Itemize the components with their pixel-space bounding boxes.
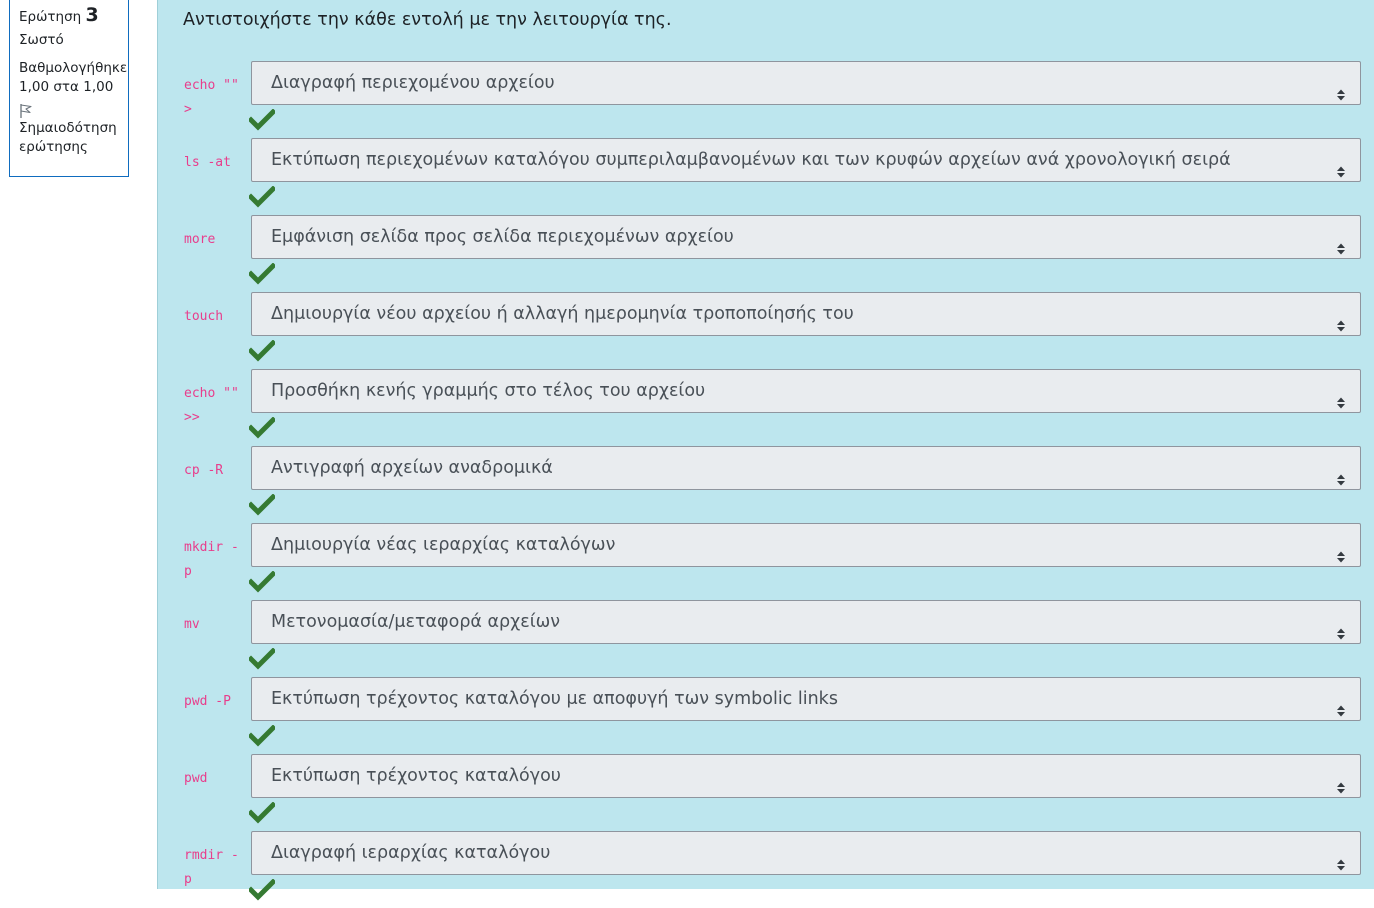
answer-select-value: Δημιουργία νέου αρχείου ή αλλαγή ημερομη… — [271, 304, 854, 324]
match-row: rmdir -p Διαγραφή ιεραρχίας καταλόγου — [158, 831, 1374, 908]
select-arrows-icon — [1336, 769, 1346, 794]
match-row: mkdir -p Δημιουργία νέας ιεραρχίας καταλό… — [158, 523, 1374, 600]
answer-select[interactable]: Αντιγραφή αρχείων αναδρομικά — [251, 446, 1361, 490]
answer-select-value: Αντιγραφή αρχείων αναδρομικά — [271, 458, 553, 478]
correct-check-icon — [247, 878, 277, 901]
select-arrows-icon — [1336, 538, 1346, 563]
answer-select-value: Εμφάνιση σελίδα προς σελίδα περιεχομένων… — [271, 227, 734, 247]
answer-select[interactable]: Διαγραφή περιεχομένου αρχείου — [251, 61, 1361, 105]
answer-select-value: Εκτύπωση περιεχομένων καταλόγου συμπεριλ… — [271, 150, 1231, 170]
match-row: pwd Εκτύπωση τρέχοντος καταλόγου — [158, 754, 1374, 831]
match-row: touch Δημιουργία νέου αρχείου ή αλλαγή ημ… — [158, 292, 1374, 369]
select-arrows-icon — [1336, 615, 1346, 640]
correct-check-icon — [247, 647, 277, 670]
answer-select[interactable]: Δημιουργία νέου αρχείου ή αλλαγή ημερομη… — [251, 292, 1361, 336]
command-label: mv — [184, 617, 200, 632]
correct-check-icon — [247, 185, 277, 208]
question-state: Σωστό — [19, 32, 64, 48]
correct-check-icon — [247, 493, 277, 516]
match-row: cp -R Αντιγραφή αρχείων αναδρομικά — [158, 446, 1374, 523]
command-label: pwd — [184, 771, 208, 786]
answer-select[interactable]: Εμφάνιση σελίδα προς σελίδα περιεχομένων… — [251, 215, 1361, 259]
question-number: 3 — [85, 4, 99, 26]
command-label: ls -at — [184, 155, 231, 170]
answer-select[interactable]: Εκτύπωση περιεχομένων καταλόγου συμπεριλ… — [251, 138, 1361, 182]
flag-icon[interactable] — [19, 103, 128, 119]
question-grade: Βαθμολογήθηκε 1,00 στα 1,00 — [19, 60, 128, 95]
question-text: Αντιστοιχήστε την κάθε εντολή με την λει… — [183, 10, 672, 30]
answer-select[interactable]: Μετονομασία/μεταφορά αρχείων — [251, 600, 1361, 644]
select-arrows-icon — [1336, 692, 1346, 717]
match-row: ls -at Εκτύπωση περιεχομένων καταλόγου συ… — [158, 138, 1374, 215]
select-arrows-icon — [1336, 846, 1346, 871]
question-info-panel: Ερώτηση 3 Σωστό Βαθμολογήθηκε 1,00 στα 1… — [9, 0, 129, 177]
flag-question-link[interactable]: Σημαιοδότηση ερώτησης — [19, 119, 128, 157]
answer-select[interactable]: Δημιουργία νέας ιεραρχίας καταλόγων — [251, 523, 1361, 567]
command-label: echo "" >> — [184, 386, 239, 425]
match-row: pwd -P Εκτύπωση τρέχοντος καταλόγου με απ… — [158, 677, 1374, 754]
select-arrows-icon — [1336, 153, 1346, 178]
question-label: Ερώτηση — [19, 9, 82, 25]
answer-select-value: Εκτύπωση τρέχοντος καταλόγου — [271, 766, 561, 786]
answer-select[interactable]: Εκτύπωση τρέχοντος καταλόγου — [251, 754, 1361, 798]
command-label: rmdir -p — [184, 848, 239, 887]
correct-check-icon — [247, 416, 277, 439]
match-row: echo "" >> Προσθήκη κενής γραμμής στο τέλ… — [158, 369, 1374, 446]
command-label: echo "" > — [184, 78, 239, 117]
match-row: more Εμφάνιση σελίδα προς σελίδα περιεχομ… — [158, 215, 1374, 292]
command-label: touch — [184, 309, 224, 324]
answer-select-value: Διαγραφή ιεραρχίας καταλόγου — [271, 843, 551, 863]
match-row: echo "" > Διαγραφή περιεχομένου αρχείου — [158, 61, 1374, 138]
select-arrows-icon — [1336, 76, 1346, 101]
answer-select-value: Δημιουργία νέας ιεραρχίας καταλόγων — [271, 535, 616, 555]
select-arrows-icon — [1336, 230, 1346, 255]
answer-select-value: Εκτύπωση τρέχοντος καταλόγου με αποφυγή … — [271, 689, 838, 709]
select-arrows-icon — [1336, 307, 1346, 332]
answer-select-value: Διαγραφή περιεχομένου αρχείου — [271, 73, 555, 93]
answer-select[interactable]: Διαγραφή ιεραρχίας καταλόγου — [251, 831, 1361, 875]
select-arrows-icon — [1336, 461, 1346, 486]
answer-select[interactable]: Προσθήκη κενής γραμμής στο τέλος του αρχ… — [251, 369, 1361, 413]
answer-select-value: Προσθήκη κενής γραμμής στο τέλος του αρχ… — [271, 381, 706, 401]
correct-check-icon — [247, 801, 277, 824]
select-arrows-icon — [1336, 384, 1346, 409]
question-content: Αντιστοιχήστε την κάθε εντολή με την λει… — [157, 0, 1374, 901]
correct-check-icon — [247, 724, 277, 747]
answer-select[interactable]: Εκτύπωση τρέχοντος καταλόγου με αποφυγή … — [251, 677, 1361, 721]
correct-check-icon — [247, 570, 277, 593]
command-label: more — [184, 232, 216, 247]
correct-check-icon — [247, 339, 277, 362]
answer-select-value: Μετονομασία/μεταφορά αρχείων — [271, 612, 561, 632]
command-label: mkdir -p — [184, 540, 239, 579]
command-label: pwd -P — [184, 694, 231, 709]
correct-check-icon — [247, 108, 277, 131]
correct-check-icon — [247, 262, 277, 285]
command-label: cp -R — [184, 463, 224, 478]
match-row: mv Μετονομασία/μεταφορά αρχείων — [158, 600, 1374, 677]
question-number-row: Ερώτηση 3 — [19, 2, 128, 30]
